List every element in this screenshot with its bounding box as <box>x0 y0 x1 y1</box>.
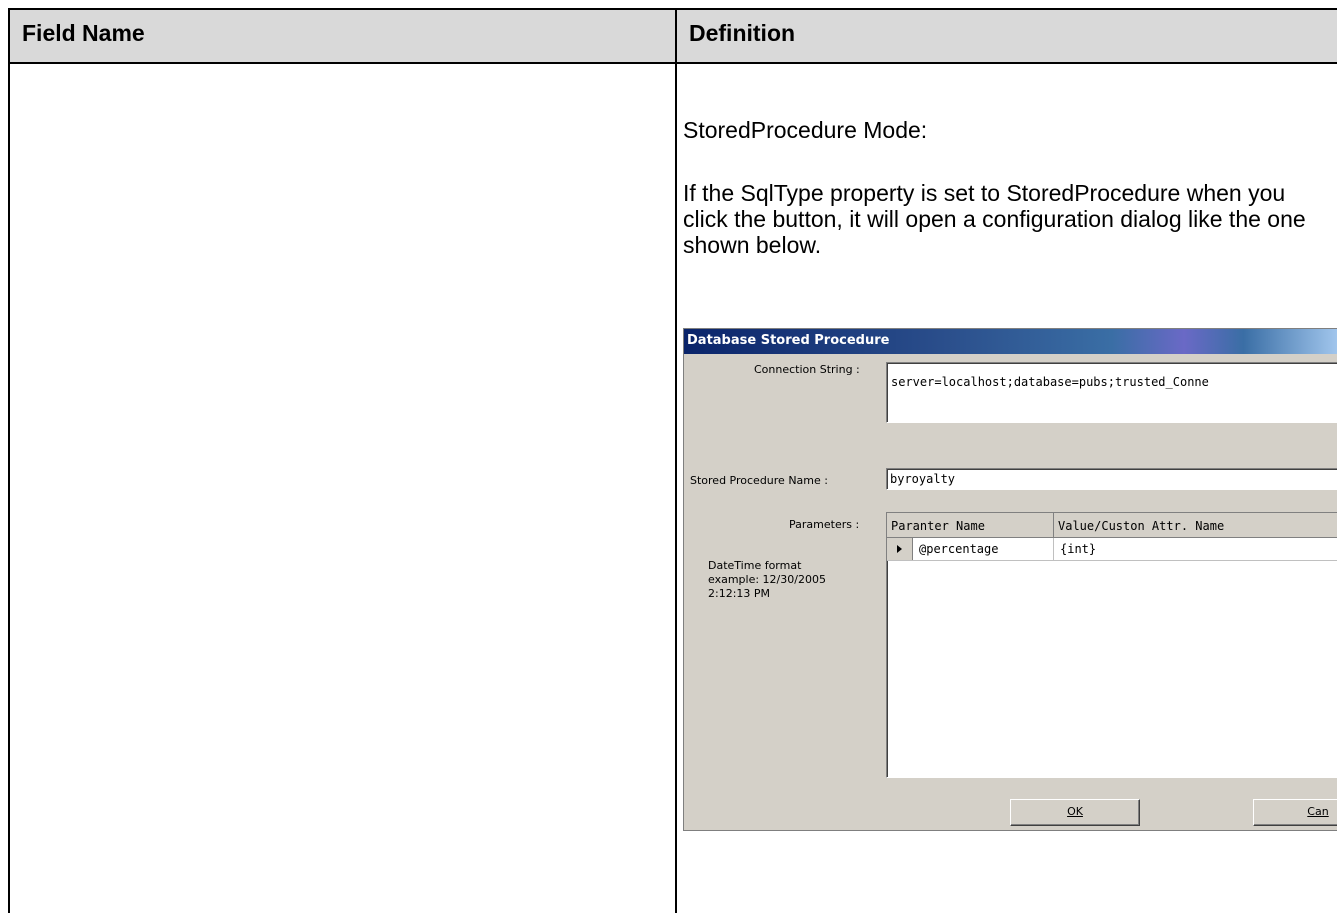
parameters-label: Parameters : <box>789 518 860 531</box>
stored-procedure-mode-heading: StoredProcedure Mode: <box>683 117 928 143</box>
dialog-title: Database Stored Procedure <box>687 333 890 348</box>
cancel-button[interactable]: Can <box>1253 799 1337 826</box>
row-selector[interactable] <box>887 538 913 560</box>
header-field-name: Field Name <box>22 20 145 46</box>
dialog-titlebar: Database Stored Procedure <box>684 329 1337 354</box>
param-value-cell[interactable]: {int} <box>1054 538 1337 560</box>
connection-string-label: Connection String : <box>754 363 860 376</box>
grid-header-value[interactable]: Value/Custon Attr. Name <box>1054 513 1337 538</box>
ok-button[interactable]: OK <box>1010 799 1140 826</box>
parameters-grid[interactable]: Paranter Name Value/Custon Attr. Name @p… <box>886 512 1337 778</box>
table-column-divider <box>675 8 677 913</box>
header-definition: Definition <box>689 20 796 46</box>
stored-procedure-name-label: Stored Procedure Name : <box>690 474 828 487</box>
stored-procedure-name-value: byroyalty <box>890 472 956 486</box>
param-name-cell[interactable]: @percentage <box>913 538 1054 560</box>
connection-string-value: server=localhost;database=pubs;trusted_C… <box>891 375 1209 389</box>
row-pointer-icon <box>897 545 902 553</box>
grid-header-parameter-name[interactable]: Paranter Name <box>887 513 1054 538</box>
connection-string-field[interactable]: server=localhost;database=pubs;trusted_C… <box>886 362 1337 423</box>
stored-procedure-description: If the SqlType property is set to Stored… <box>683 180 1306 258</box>
table-border-left <box>8 8 10 913</box>
stored-procedure-dialog-screenshot: Database Stored Procedure Connection Str… <box>683 328 1337 831</box>
stored-procedure-name-field[interactable]: byroyalty <box>886 468 1337 490</box>
grid-row[interactable]: @percentage {int} <box>887 538 1337 561</box>
datetime-format-note: DateTime format example: 12/30/2005 2:12… <box>708 559 826 600</box>
